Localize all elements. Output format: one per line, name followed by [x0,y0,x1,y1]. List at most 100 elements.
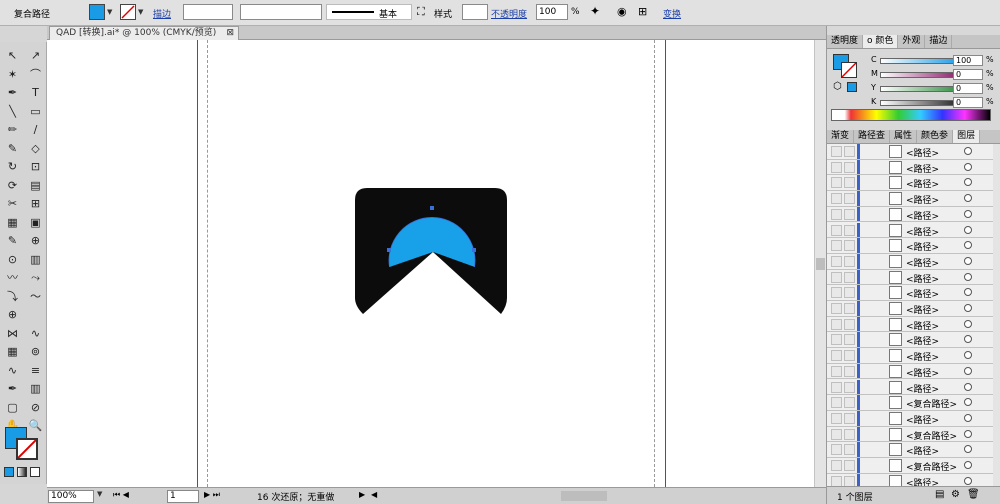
tool-icon[interactable]: ▥ [26,252,45,268]
close-icon[interactable]: ⊠ [226,27,234,40]
target-icon[interactable] [964,366,972,375]
visibility-toggle[interactable] [831,318,842,330]
tool-icon[interactable]: ⟳ [3,178,22,194]
slider-track[interactable] [880,100,961,106]
visibility-toggle[interactable] [831,412,842,424]
tool-icon[interactable]: ∿ [3,363,22,379]
layer-row[interactable]: <路径> [827,269,993,286]
visibility-toggle[interactable] [831,334,842,346]
tool-icon[interactable]: ⋈ [3,326,22,342]
transform-link[interactable]: 变换 [663,7,681,20]
tool-icon[interactable]: ∕ [26,122,45,138]
cube-icon[interactable]: ⬡ [833,81,842,92]
lock-toggle[interactable] [844,397,855,409]
play-icon[interactable]: ▶ [359,490,365,499]
layer-row[interactable]: <路径> [827,363,993,380]
color-mode-icon[interactable] [4,467,14,477]
target-icon[interactable] [964,288,972,297]
lock-toggle[interactable] [844,381,855,393]
lock-toggle[interactable] [844,193,855,205]
slider-track[interactable] [880,72,961,78]
gradient-mode-icon[interactable] [17,467,27,477]
target-icon[interactable] [964,241,972,250]
visibility-toggle[interactable] [831,146,842,157]
tool-icon[interactable]: ⊙ [3,252,22,268]
tool-icon[interactable]: ↗ [26,48,45,64]
layer-row[interactable]: <路径> [827,144,993,160]
trash-icon[interactable]: 🗑 [967,489,980,500]
layer-row[interactable]: <路径> [827,238,993,254]
lock-toggle[interactable] [844,334,855,346]
lock-toggle[interactable] [844,444,855,456]
visibility-toggle[interactable] [831,287,842,299]
tool-icon[interactable]: ▭ [26,104,45,120]
layer-row[interactable]: <路径> [827,222,993,239]
recolor-artwork-icon[interactable]: ✦ [590,4,600,18]
target-icon[interactable] [964,209,972,218]
zoom-field[interactable]: 100% [48,490,94,503]
none-mode-icon[interactable] [30,467,40,477]
layer-row[interactable]: <路径> [827,206,993,223]
document-tab[interactable]: QAD [转换].ai* @ 100% (CMYK/预览) ⊠ [49,26,239,40]
slider-value[interactable]: 0 [953,69,983,80]
lock-toggle[interactable] [844,350,855,362]
tool-icon[interactable]: ⊡ [26,159,45,175]
layer-row[interactable]: <路径> [827,316,993,333]
visibility-toggle[interactable] [831,381,842,393]
page-field[interactable]: 1 [167,490,199,503]
tool-icon[interactable]: ▣ [26,215,45,231]
layer-row[interactable]: <路径> [827,410,993,427]
variable-width-select[interactable] [240,4,322,20]
visibility-toggle[interactable] [831,161,842,173]
visibility-toggle[interactable] [831,444,842,456]
align-grid-icon[interactable]: ⊞ [638,5,647,18]
layers-panel-tab[interactable]: 渐变 [827,130,855,143]
tool-icon[interactable]: 〰 [3,270,22,286]
stroke-swatch[interactable] [120,4,136,20]
layer-row[interactable]: <路径> [827,442,993,458]
target-icon[interactable] [964,147,972,155]
tool-icon[interactable]: ✂ [3,196,22,212]
lock-toggle[interactable] [844,240,855,252]
tool-icon[interactable]: ⊞ [26,196,45,212]
artboard-canvas[interactable] [47,40,814,487]
layers-scrollbar[interactable] [993,144,1000,494]
layer-row[interactable]: <路径> [827,332,993,349]
slider-value[interactable]: 100 [953,55,983,66]
target-icon[interactable] [964,272,972,281]
layer-row[interactable]: <复合路径> [827,395,993,411]
tool-icon[interactable]: 🔍 [26,418,45,434]
target-icon[interactable] [964,413,972,422]
slider-track[interactable] [880,86,961,92]
artwork[interactable] [355,188,509,316]
anchor-point[interactable] [430,206,434,210]
visibility-toggle[interactable] [831,350,842,362]
tool-icon[interactable]: 〜 [26,289,45,305]
tool-icon[interactable]: ✏ [3,122,22,138]
lock-toggle[interactable] [844,208,855,220]
visibility-toggle[interactable] [831,428,842,440]
fill-swatch[interactable] [89,4,105,20]
layer-row[interactable]: <路径> [827,253,993,270]
tool-icon[interactable]: T [26,85,45,101]
lock-toggle[interactable] [844,428,855,440]
tool-icon[interactable]: ⊘ [26,400,45,416]
lock-toggle[interactable] [844,255,855,267]
visibility-toggle[interactable] [831,224,842,236]
tool-icon[interactable]: ⊕ [3,307,22,323]
visibility-toggle[interactable] [831,271,842,283]
tool-icon[interactable]: ✒ [3,85,22,101]
tool-icon[interactable]: ▤ [26,178,45,194]
slider-value[interactable]: 0 [953,83,983,94]
tool-icon[interactable]: ⊕ [26,233,45,249]
stroke-color-box[interactable] [16,438,38,460]
target-icon[interactable] [964,382,972,391]
tool-icon[interactable]: ◇ [26,141,45,157]
layer-row[interactable]: <路径> [827,348,993,364]
lock-toggle[interactable] [844,224,855,236]
tool-icon[interactable]: ⤳ [26,270,45,286]
tool-icon[interactable]: ↖ [3,48,22,64]
lock-toggle[interactable] [844,318,855,330]
tool-icon[interactable]: ⊚ [26,344,45,360]
tool-icon[interactable]: ✎ [3,233,22,249]
